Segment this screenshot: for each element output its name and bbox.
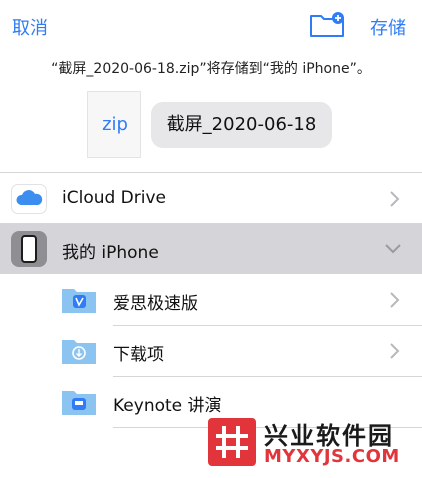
download-folder-icon: [62, 340, 96, 364]
chevron-right-icon: [390, 292, 400, 308]
chevron-right-icon: [390, 343, 400, 359]
navigation-bar: 取消 存储: [0, 0, 422, 52]
watermark-logo: [208, 418, 256, 466]
app-folder-icon: [62, 289, 96, 313]
divider: [0, 172, 422, 173]
chevron-down-icon: [385, 244, 401, 254]
save-destination-text: “截屏_2020-06-18.zip”将存储到“我的 iPhone”。: [51, 61, 371, 77]
location-label: iCloud Drive: [62, 188, 167, 208]
folder-label: 爱思极速版: [113, 294, 198, 314]
file-name-field[interactable]: 截屏_2020-06-18: [151, 102, 332, 148]
location-label: 我的 iPhone: [62, 243, 159, 263]
keynote-folder-icon: [62, 391, 96, 415]
iphone-icon: [11, 231, 47, 267]
cancel-button[interactable]: 取消: [12, 14, 48, 40]
save-button[interactable]: 存储: [370, 14, 406, 40]
folder-label: 下载项: [113, 345, 164, 365]
location-row-my-iphone[interactable]: 我的 iPhone: [0, 224, 422, 274]
watermark-url: MYXYJS.COM: [264, 446, 400, 467]
chevron-right-icon: [390, 191, 400, 207]
folder-label: Keynote 讲演: [113, 396, 222, 416]
icloud-icon: [11, 184, 47, 214]
file-type-label: zip: [102, 114, 128, 135]
location-row-icloud-drive[interactable]: iCloud Drive: [0, 174, 422, 224]
folder-plus-icon[interactable]: [309, 12, 345, 38]
file-thumbnail: zip: [87, 91, 141, 158]
